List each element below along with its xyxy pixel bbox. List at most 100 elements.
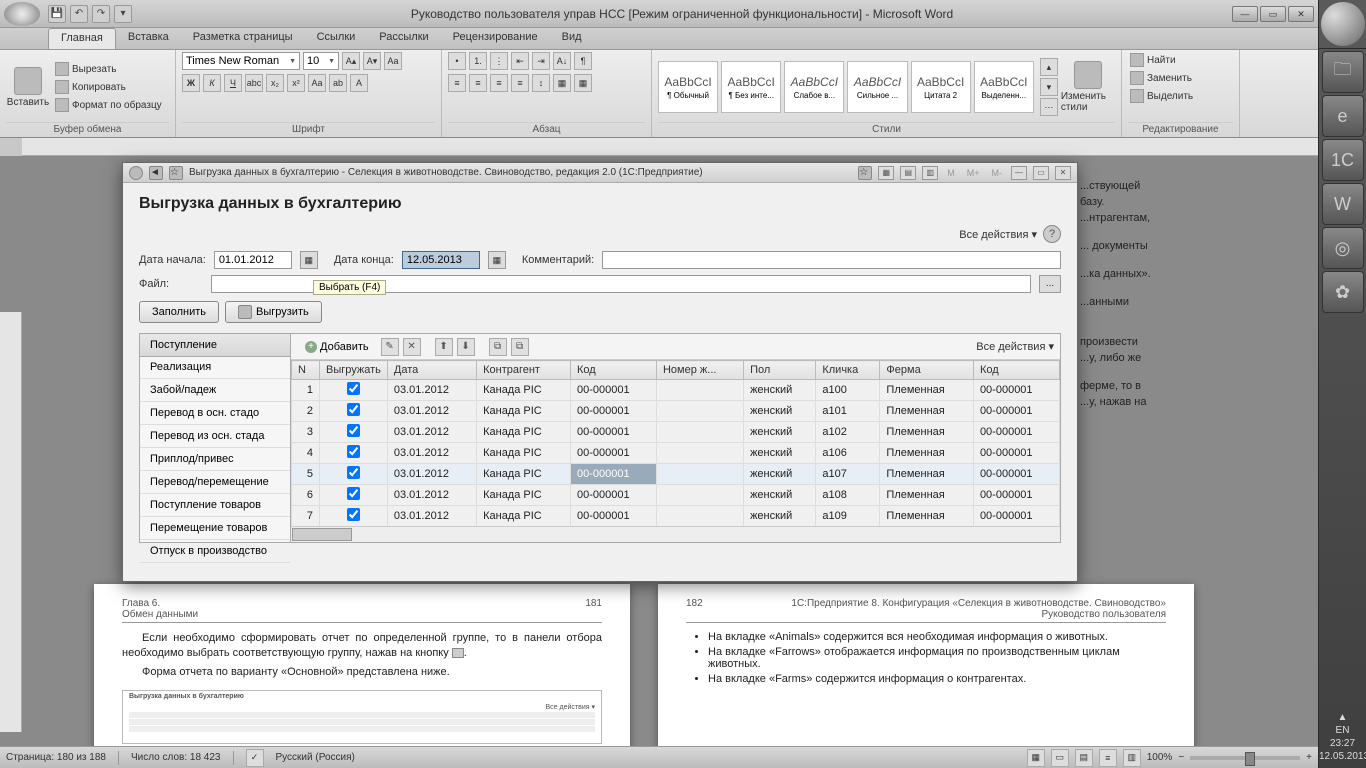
styles-more-icon[interactable]: ⋯ <box>1040 98 1058 116</box>
tab-view[interactable]: Вид <box>550 28 594 49</box>
row-checkbox[interactable] <box>347 487 360 500</box>
edit-icon[interactable]: ✎ <box>381 338 399 356</box>
tab-references[interactable]: Ссылки <box>305 28 368 49</box>
zoom-level[interactable]: 100% <box>1147 752 1173 763</box>
redo-icon[interactable]: ↷ <box>92 5 110 23</box>
align-left-icon[interactable]: ≡ <box>448 74 466 92</box>
grow-font-icon[interactable]: A▴ <box>342 52 360 70</box>
style-normal[interactable]: AaBbCcI¶ Обычный <box>658 61 718 113</box>
col-date[interactable]: Дата <box>387 361 476 380</box>
all-actions-link[interactable]: Все действия ▾ <box>959 228 1037 241</box>
table-all-actions[interactable]: Все действия ▾ <box>976 340 1054 353</box>
status-language[interactable]: Русский (Россия) <box>276 752 355 763</box>
sidebar-item-production[interactable]: Отпуск в производство <box>140 540 290 563</box>
taskbar-1c-icon[interactable]: 1C <box>1322 139 1364 181</box>
start-button[interactable] <box>1321 2 1365 46</box>
styles-down-icon[interactable]: ▾ <box>1040 78 1058 96</box>
row-checkbox[interactable] <box>347 424 360 437</box>
qat-dropdown-icon[interactable]: ▾ <box>114 5 132 23</box>
sidebar-item-transfer[interactable]: Перевод/перемещение <box>140 471 290 494</box>
shading-icon[interactable]: ▦ <box>553 74 571 92</box>
help-icon[interactable]: ? <box>1043 225 1061 243</box>
col-num[interactable]: Номер ж... <box>656 361 743 380</box>
select-button[interactable]: Выделить <box>1128 88 1195 104</box>
office-button[interactable] <box>4 2 40 26</box>
paste-rows-icon[interactable]: ⧉ <box>511 338 529 356</box>
date-start-input[interactable] <box>214 251 292 269</box>
subscript-icon[interactable]: x₂ <box>266 74 284 92</box>
increase-indent-icon[interactable]: ⇥ <box>532 52 550 70</box>
multilevel-icon[interactable]: ⋮ <box>490 52 508 70</box>
style-no-spacing[interactable]: AaBbCcI¶ Без инте... <box>721 61 781 113</box>
strikethrough-icon[interactable]: abc <box>245 74 263 92</box>
sidebar-item-slaughter[interactable]: Забой/падеж <box>140 379 290 402</box>
highlight-icon[interactable]: ab <box>329 74 347 92</box>
col-agent[interactable]: Контрагент <box>477 361 571 380</box>
style-subtle-emph[interactable]: AaBbCcIСлабое в... <box>784 61 844 113</box>
sidebar-item-goods-move[interactable]: Перемещение товаров <box>140 517 290 540</box>
tray-date[interactable]: 12.05.2013 <box>1319 751 1366 762</box>
zoom-in-icon[interactable]: + <box>1306 752 1312 763</box>
col-n[interactable]: N <box>292 361 320 380</box>
find-button[interactable]: Найти <box>1128 52 1178 68</box>
tab-page-layout[interactable]: Разметка страницы <box>181 28 305 49</box>
align-right-icon[interactable]: ≡ <box>490 74 508 92</box>
format-painter-button[interactable]: Формат по образцу <box>53 97 164 113</box>
col-farm[interactable]: Ферма <box>880 361 974 380</box>
table-row[interactable]: 703.01.2012Канада PIC00-000001женскийa10… <box>292 506 1060 527</box>
styles-up-icon[interactable]: ▴ <box>1040 58 1058 76</box>
add-button[interactable]: +Добавить <box>297 339 377 355</box>
save-icon[interactable]: 💾 <box>48 5 66 23</box>
line-spacing-icon[interactable]: ↕ <box>532 74 550 92</box>
fill-button[interactable]: Заполнить <box>139 301 219 323</box>
tray-flag-icon[interactable]: ▲ <box>1319 712 1366 723</box>
spelling-icon[interactable]: ✓ <box>246 749 264 767</box>
sidebar-item-income[interactable]: Поступление <box>139 333 291 357</box>
justify-icon[interactable]: ≡ <box>511 74 529 92</box>
vertical-ruler[interactable] <box>0 312 22 732</box>
sidebar-item-to-main[interactable]: Перевод в осн. стадо <box>140 402 290 425</box>
show-marks-icon[interactable]: ¶ <box>574 52 592 70</box>
taskbar-explorer-icon[interactable]: 🗀 <box>1322 51 1364 93</box>
font-name-combo[interactable]: Times New Roman▼ <box>182 52 300 70</box>
sidebar-item-from-main[interactable]: Перевод из осн. стада <box>140 425 290 448</box>
tab-review[interactable]: Рецензирование <box>441 28 550 49</box>
superscript-icon[interactable]: x² <box>287 74 305 92</box>
borders-icon[interactable]: ▦ <box>574 74 592 92</box>
underline-icon[interactable]: Ч <box>224 74 242 92</box>
delete-icon[interactable]: ✕ <box>403 338 421 356</box>
popup-close-button[interactable]: ✕ <box>1055 166 1071 180</box>
close-button[interactable]: ✕ <box>1288 6 1314 22</box>
table-row[interactable]: 403.01.2012Канада PIC00-000001женскийa10… <box>292 443 1060 464</box>
col-sex[interactable]: Пол <box>744 361 816 380</box>
memory-mplus[interactable]: M+ <box>964 168 983 178</box>
table-row[interactable]: 603.01.2012Канада PIC00-000001женскийa10… <box>292 485 1060 506</box>
table-row[interactable]: 303.01.2012Канада PIC00-000001женскийa10… <box>292 422 1060 443</box>
zoom-slider[interactable] <box>1190 756 1300 760</box>
tab-home[interactable]: Главная <box>48 28 116 49</box>
status-words[interactable]: Число слов: 18 423 <box>131 752 221 763</box>
move-down-icon[interactable]: ⬇ <box>457 338 475 356</box>
sidebar-item-offspring[interactable]: Приплод/привес <box>140 448 290 471</box>
table-row[interactable]: 103.01.2012Канада PIC00-000001женскийa10… <box>292 380 1060 401</box>
bullets-icon[interactable]: • <box>448 52 466 70</box>
row-checkbox[interactable] <box>347 403 360 416</box>
sidebar-item-goods-in[interactable]: Поступление товаров <box>140 494 290 517</box>
style-quote[interactable]: AaBbCcIЦитата 2 <box>911 61 971 113</box>
nav-back-icon[interactable]: ◄ <box>149 166 163 180</box>
taskbar-app5-icon[interactable]: ◎ <box>1322 227 1364 269</box>
tab-insert[interactable]: Вставка <box>116 28 181 49</box>
font-size-combo[interactable]: 10▼ <box>303 52 339 70</box>
memory-m[interactable]: M <box>944 168 958 178</box>
clear-formatting-icon[interactable]: Aa <box>384 52 402 70</box>
copy-rows-icon[interactable]: ⧉ <box>489 338 507 356</box>
sort-icon[interactable]: A↓ <box>553 52 571 70</box>
status-page[interactable]: Страница: 180 из 188 <box>6 752 106 763</box>
row-checkbox[interactable] <box>347 466 360 479</box>
move-up-icon[interactable]: ⬆ <box>435 338 453 356</box>
horizontal-scrollbar[interactable] <box>291 526 1060 542</box>
file-browse-button[interactable]: ... <box>1039 275 1061 293</box>
view-draft-icon[interactable]: ▥ <box>1123 749 1141 767</box>
italic-icon[interactable]: К <box>203 74 221 92</box>
date-end-input[interactable] <box>402 251 480 269</box>
